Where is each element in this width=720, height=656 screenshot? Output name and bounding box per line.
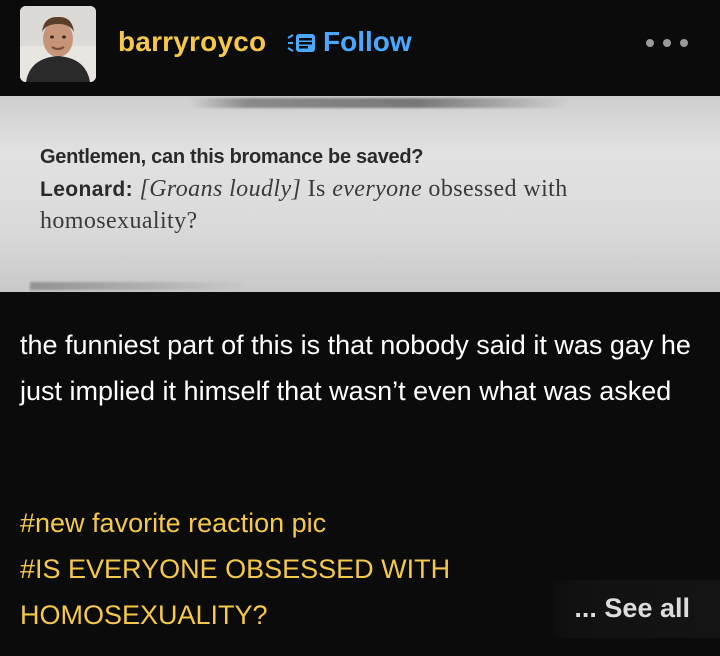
post-image[interactable]: Gentlemen, can this bromance be saved? L… <box>0 96 720 292</box>
photo-quote-italic: everyone <box>332 176 423 202</box>
avatar-photo <box>20 6 96 82</box>
see-all-button[interactable]: ... See all <box>545 580 720 638</box>
avatar[interactable] <box>20 6 96 82</box>
dot <box>663 39 671 47</box>
photo-speaker: Leonard: <box>40 178 134 201</box>
follow-badge-icon <box>287 34 315 52</box>
post-caption: the funniest part of this is that nobody… <box>20 330 691 406</box>
photo-quote-line-2: homosexuality? <box>40 208 198 234</box>
tag-link[interactable]: #new favorite reaction pic <box>20 500 680 546</box>
photo-quote-prefix: Is <box>307 176 326 202</box>
dot <box>680 39 688 47</box>
more-dots-icon[interactable] <box>646 36 688 50</box>
username-link[interactable]: barryroyco <box>118 26 266 58</box>
photo-quote-suffix: obsessed with <box>428 176 568 202</box>
follow-button[interactable]: Follow <box>323 26 412 58</box>
photo-quote-line-1: Leonard: [Groans loudly] Is everyone obs… <box>40 176 568 203</box>
cropped-text-line <box>30 282 250 290</box>
dot <box>646 39 654 47</box>
see-all-label: ... See all <box>574 593 690 623</box>
photo-stage-direction: [Groans loudly] <box>139 176 302 202</box>
cropped-text-line <box>190 98 570 108</box>
photo-heading: Gentlemen, can this bromance be saved? <box>40 146 424 168</box>
post-header: barryroyco Follow <box>0 0 720 96</box>
